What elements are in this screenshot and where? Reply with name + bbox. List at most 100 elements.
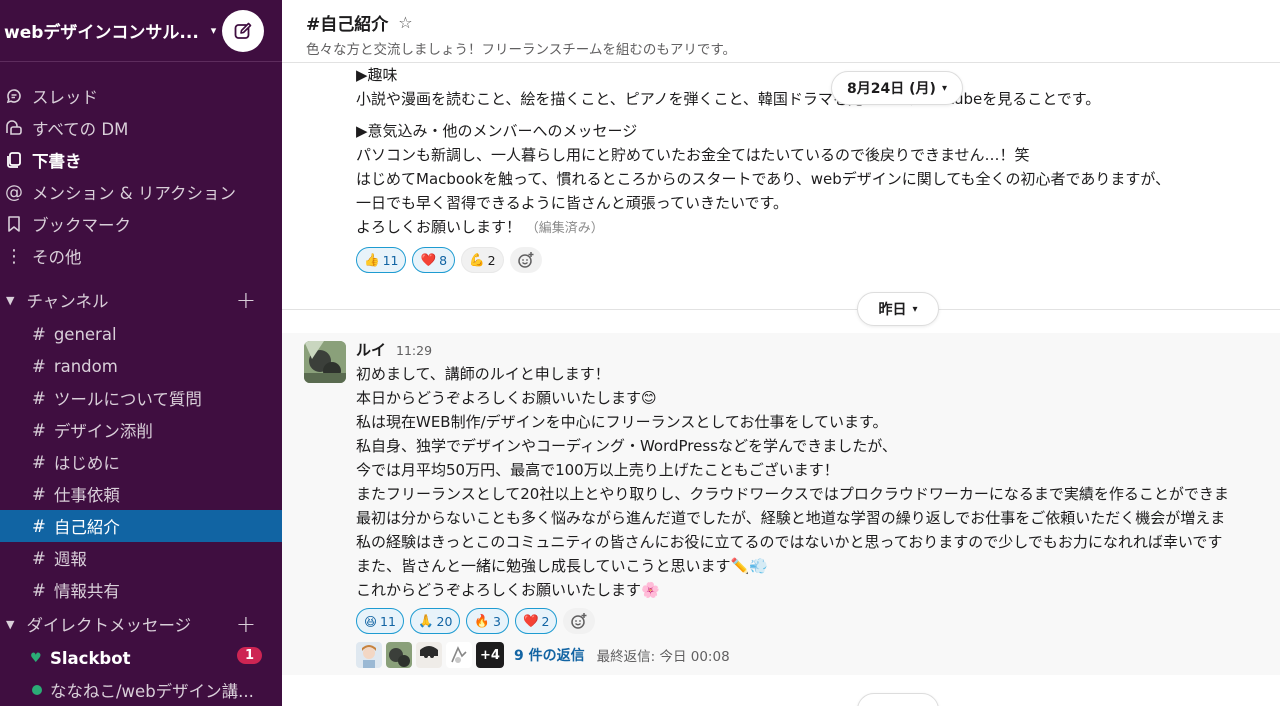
heart-icon: ♥	[30, 650, 42, 666]
mention-icon: @	[5, 181, 23, 203]
dm-section-label: ダイレクトメッセージ	[26, 616, 192, 635]
sidebar-item-random[interactable]: # random	[0, 350, 282, 382]
reaction-fire[interactable]: 🔥 3	[466, 608, 509, 634]
star-icon[interactable]: ☆	[398, 13, 412, 32]
compose-button[interactable]	[222, 10, 264, 52]
message-line: 私は現在WEB制作/デザインを中心にフリーランスとしてお仕事をしています。	[356, 413, 888, 431]
message-line: よろしくお願いします！ （編集済み）	[356, 215, 1170, 241]
edited-label: （編集済み）	[525, 221, 604, 236]
emoji: 👍	[364, 252, 380, 267]
channel-label: 仕事依頼	[53, 486, 120, 505]
sidebar-item-tools-questions[interactable]: # ツールについて質問	[0, 382, 282, 414]
sidebar-item-general[interactable]: # general	[0, 318, 282, 350]
reaction-heart[interactable]: ❤️ 2	[514, 608, 558, 634]
channel-label: 週報	[53, 550, 87, 569]
sidebar-item-label: その他	[32, 248, 82, 267]
thread-summary[interactable]: +4 9 件の返信 最終返信: 今日 00:08	[356, 642, 1229, 668]
timestamp[interactable]: 11:29	[396, 343, 432, 358]
reaction-pray[interactable]: 🙏 20	[409, 608, 461, 634]
reaction-bar: 😆 11 🙏 20 🔥 3 ❤️ 2	[356, 608, 1229, 634]
sidebar-item-label: スレッド	[32, 88, 98, 107]
sidebar-item-mentions[interactable]: @ メンション & リアクション	[0, 176, 282, 208]
threads-icon	[4, 86, 24, 106]
message-list: ▶趣味 小説や漫画を読むこと、絵を描くこと、ピアノを弾くこと、韓国ドラマを見るこ…	[282, 63, 1280, 706]
chevron-down-icon: ▾	[941, 82, 947, 94]
emoji: 🔥	[474, 613, 490, 628]
bookmark-icon	[4, 214, 24, 234]
hash-icon: #	[32, 580, 46, 600]
replier-avatar	[446, 642, 472, 668]
date-divider-pill[interactable]: 8月24日 (月) ▾	[831, 71, 963, 105]
message-line: 小説や漫画を読むこと、絵を描くこと、ピアノを弾くこと、韓国ドラマを見ること、Yo…	[356, 90, 1101, 108]
message-block: ▶趣味 小説や漫画を読むこと、絵を描くこと、ピアノを弾くこと、韓国ドラマを見るこ…	[356, 63, 1170, 273]
author-name[interactable]: ルイ	[356, 339, 386, 360]
date-divider-pill[interactable]: 昨日 ▾	[857, 292, 939, 326]
date-label: 8月24日 (月)	[847, 81, 936, 97]
chevron-down-icon[interactable]: ▾	[211, 24, 217, 37]
sidebar-item-drafts[interactable]: 下書き	[0, 144, 282, 176]
message-line: これからどうぞよろしくお願いいたします🌸	[356, 581, 660, 599]
add-reaction-icon	[517, 252, 534, 268]
message-line: またフリーランスとして20社以上とやり取りし、クラウドワークスではプロクラウドワ…	[356, 485, 1229, 503]
thread-replies-link[interactable]: 9 件の返信	[514, 645, 585, 665]
emoji: 🙏	[417, 613, 434, 628]
reaction-thumbsup[interactable]: 👍 11	[356, 247, 407, 273]
sidebar-item-label: すべての DM	[32, 120, 129, 139]
sidebar-item-job-requests[interactable]: # 仕事依頼	[0, 478, 282, 510]
add-reaction-button[interactable]	[563, 608, 596, 634]
sidebar-item-info-share[interactable]: # 情報共有	[0, 574, 282, 606]
channel-label: 自己紹介	[53, 518, 120, 537]
sidebar-item-self-intro[interactable]: # 自己紹介	[0, 510, 282, 542]
add-channel-icon[interactable]: +	[236, 286, 256, 314]
avatar[interactable]	[304, 341, 346, 383]
sidebar-item-design-review[interactable]: # デザイン添削	[0, 414, 282, 446]
hash-icon: #	[32, 452, 46, 472]
hash-icon: #	[32, 356, 46, 376]
message-line: はじめてMacbookを触って、慣れるところからのスタートであり、webデザイン…	[356, 170, 1171, 188]
drafts-icon	[4, 150, 24, 170]
reaction-laughing[interactable]: 😆 11	[356, 608, 404, 634]
channel-label: random	[53, 356, 118, 376]
sidebar-item-label: ブックマーク	[32, 216, 131, 235]
channel-title-text[interactable]: #自己紹介	[306, 10, 388, 35]
reaction-heart[interactable]: ❤️ 8	[412, 247, 456, 273]
date-label: 昨日	[878, 302, 907, 318]
channel-topic[interactable]: 色々な方と交流しましょう！フリーランスチームを組むのもアリです。	[306, 38, 1280, 58]
workspace-header[interactable]: webデザインコンサル... ▾	[0, 0, 282, 62]
message-line: ▶意気込み・他のメンバーへのメッセージ	[356, 122, 638, 140]
message-line: 初めまして、講師のルイと申します！	[356, 365, 610, 383]
sidebar-item-more[interactable]: ⋮ その他	[0, 240, 282, 272]
day-divider-line	[282, 309, 1280, 310]
sidebar-item-all-dms[interactable]: すべての DM	[0, 112, 282, 144]
sidebar-item-intro[interactable]: # はじめに	[0, 446, 282, 478]
add-reaction-button[interactable]	[509, 247, 542, 273]
chevron-down-icon: ▾	[912, 303, 918, 315]
emoji: ❤️	[522, 613, 539, 628]
sidebar-item-threads[interactable]: スレッド	[0, 80, 282, 112]
message-item: ルイ 11:29 初めまして、講師のルイと申します！ 本日からどうぞよろしくお願…	[282, 333, 1280, 675]
sidebar-item-slackbot[interactable]: ♥ Slackbot 1	[0, 642, 282, 674]
channels-section-label: チャンネル	[26, 292, 109, 311]
dm-section-header[interactable]: ▼ ダイレクトメッセージ +	[0, 606, 282, 642]
hash-icon: #	[32, 420, 46, 440]
channel-title[interactable]: #自己紹介 ☆	[306, 10, 1280, 35]
channels-section-header[interactable]: ▼ チャンネル +	[0, 282, 282, 318]
add-dm-icon[interactable]: +	[236, 610, 256, 638]
caret-down-icon[interactable]: ▼	[6, 294, 14, 307]
unread-badge: 1	[236, 647, 262, 664]
sidebar-item-weekly-report[interactable]: # 週報	[0, 542, 282, 574]
reaction-count: 11	[382, 252, 399, 268]
channel-label: general	[53, 324, 117, 344]
replier-avatar	[416, 642, 442, 668]
date-divider-pill-partial[interactable]	[857, 693, 939, 706]
channel-label: 情報共有	[53, 582, 120, 601]
reaction-count: 8	[439, 252, 448, 268]
reaction-muscle[interactable]: 💪 2	[461, 247, 504, 273]
sidebar-item-bookmarks[interactable]: ブックマーク	[0, 208, 282, 240]
sidebar-item-dm-nananeko[interactable]: ななねこ/webデザイン講...	[0, 674, 282, 706]
caret-down-icon[interactable]: ▼	[6, 618, 14, 631]
message-line: ▶趣味	[356, 66, 398, 84]
emoji: 😆	[364, 613, 378, 629]
workspace-name[interactable]: webデザインコンサル...	[4, 18, 199, 43]
sidebar: webデザインコンサル... ▾ スレッド すべての DM 下書き @ メンショ…	[0, 0, 282, 706]
